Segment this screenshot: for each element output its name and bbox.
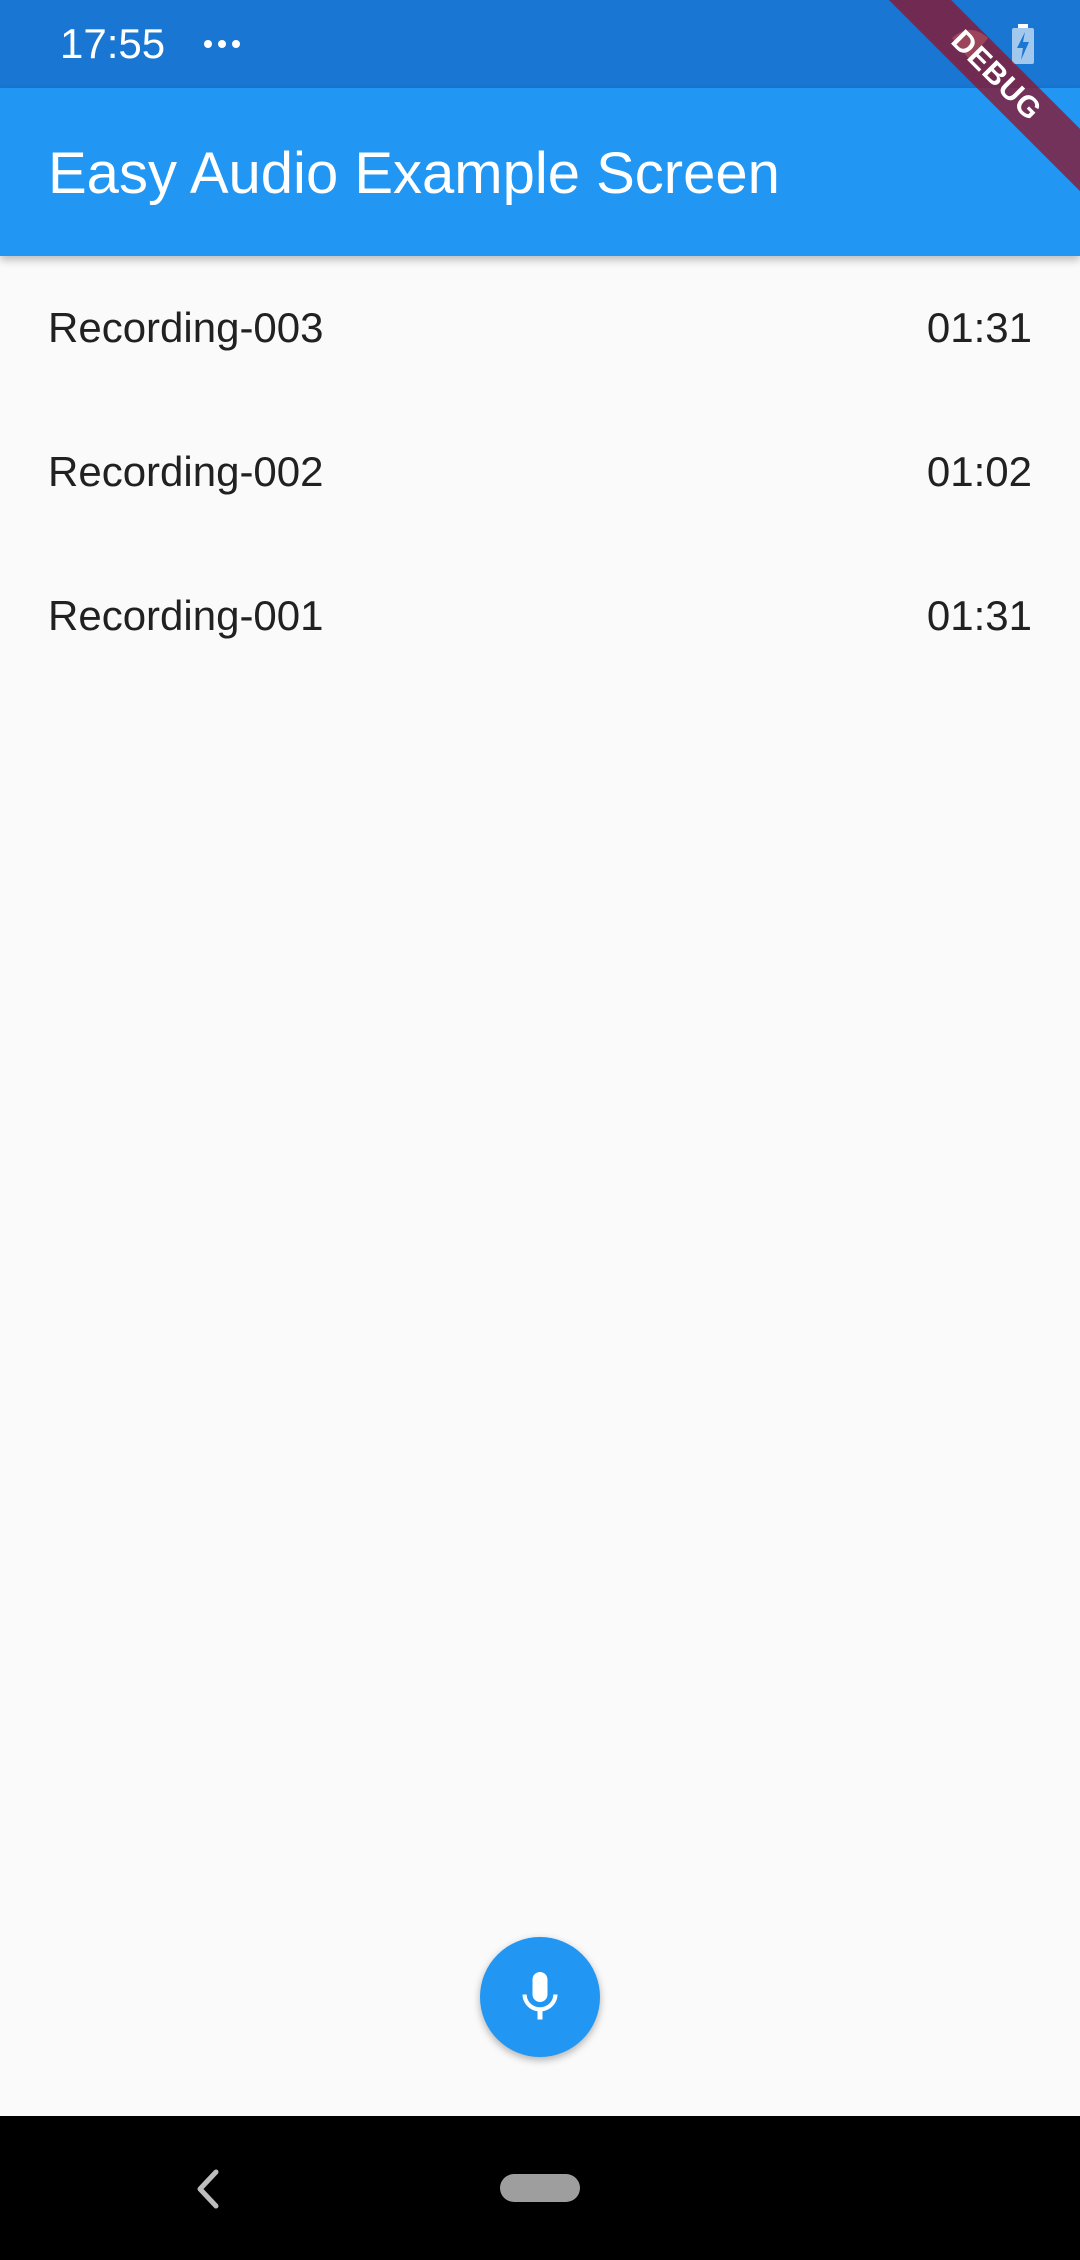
recording-duration: 01:02: [926, 448, 1032, 495]
list-item[interactable]: Recording-001 01:31: [0, 544, 1080, 688]
list-item[interactable]: Recording-003 01:31: [0, 256, 1080, 400]
recording-duration: 01:31: [926, 304, 1032, 351]
recording-name: Recording-001: [48, 592, 324, 639]
recording-duration: 01:31: [926, 592, 1032, 639]
back-icon[interactable]: [190, 2164, 224, 2214]
recordings-list: Recording-003 01:31 Recording-002 01:02 …: [0, 256, 1080, 688]
microphone-icon: [522, 1972, 558, 2020]
battery-charging-icon: [1012, 24, 1034, 64]
app-screen: 17:55 Easy Audio Example Screen DEBUG Re…: [0, 0, 1080, 2260]
recording-name: Recording-002: [48, 448, 324, 495]
recording-name: Recording-003: [48, 304, 324, 351]
home-pill-icon[interactable]: [500, 2174, 580, 2202]
status-time: 17:55: [60, 20, 166, 67]
app-bar: Easy Audio Example Screen: [0, 88, 1080, 256]
more-dots-icon: [204, 40, 240, 48]
wifi-icon: [952, 30, 988, 60]
navigation-bar: [0, 2116, 1080, 2260]
status-icons: [950, 24, 1040, 64]
status-bar: 17:55: [0, 0, 1080, 88]
page-title: Easy Audio Example Screen: [48, 141, 780, 206]
list-item[interactable]: Recording-002 01:02: [0, 400, 1080, 544]
record-button[interactable]: [480, 1937, 600, 2057]
